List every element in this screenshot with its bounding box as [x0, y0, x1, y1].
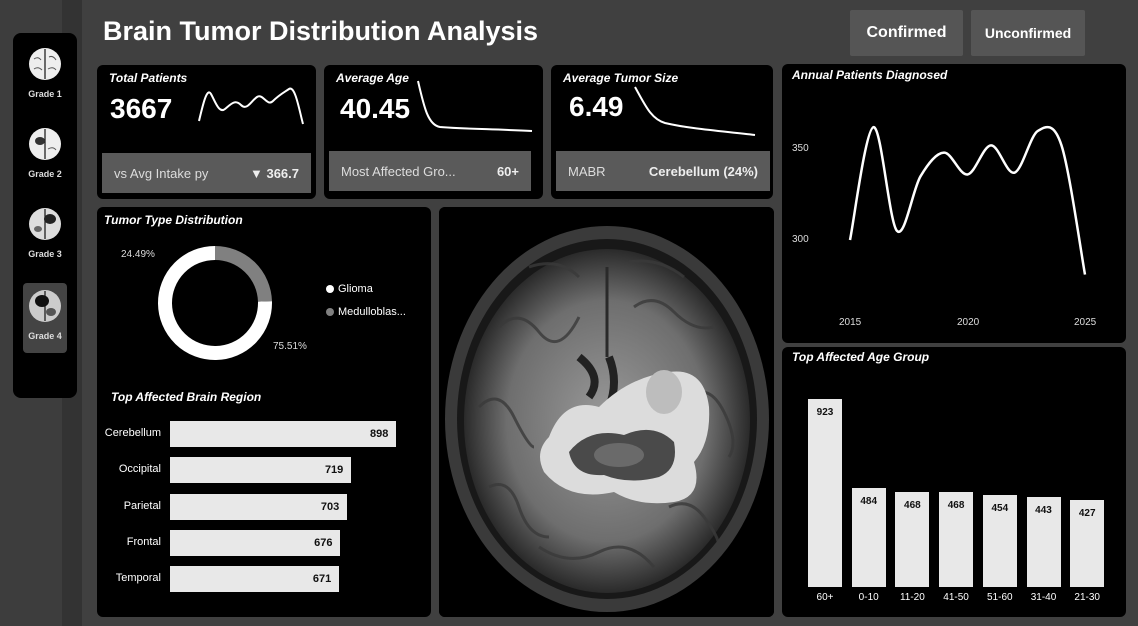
bar-value-label: 468 [947, 499, 965, 511]
grade-label: Grade 1 [28, 89, 62, 99]
average-age-sparkline [417, 80, 533, 132]
tumor-type-region-card: Tumor Type Distribution 24.49% 75.51% Gl… [97, 207, 431, 617]
age-bar[interactable] [808, 399, 842, 587]
bar-category-label: 51-60 [987, 592, 1013, 603]
region-bar[interactable] [170, 457, 351, 484]
bar-value-label: 443 [1035, 504, 1052, 516]
average-tumor-size-footer: MABR Cerebellum (24%) [556, 151, 770, 191]
bar-value-label: 703 [320, 500, 340, 513]
average-age-footer: Most Affected Gro... 60+ [329, 151, 531, 191]
legend-label: Medulloblas... [338, 306, 406, 318]
footer-value: 60+ [496, 163, 519, 179]
footer-label: vs Avg Intake py [114, 165, 209, 181]
footer-label: Most Affected Gro... [341, 163, 456, 179]
page-title: Brain Tumor Distribution Analysis [103, 16, 539, 46]
donut-label-glioma: 75.51% [273, 341, 307, 352]
legend-item-medulloblastoma[interactable]: Medulloblas... [326, 306, 406, 318]
card-title: Total Patients [109, 71, 188, 85]
footer-label: MABR [568, 163, 606, 179]
grade-2-button[interactable]: Grade 2 [23, 121, 67, 191]
total-patients-sparkline [198, 87, 304, 125]
mri-image-card [439, 207, 774, 617]
bar-value-label: 923 [816, 407, 834, 418]
bar-category-label: 11-20 [899, 592, 925, 603]
footer-value: ▼ 366.7 [249, 165, 299, 181]
bar-category-label: 60+ [816, 592, 834, 603]
grade-label: Grade 2 [28, 169, 62, 179]
bar-category-label: 41-50 [943, 592, 969, 603]
confirmed-button[interactable]: Confirmed [850, 10, 963, 56]
mri-scan-image [439, 207, 774, 617]
dashboard-root: Grade 1 Grade 2 Grade 3 Grade 4 Brain Tu… [0, 0, 1138, 626]
bar-category-label: Parietal [123, 499, 161, 512]
bar-value-label: 676 [314, 536, 333, 549]
bar-category-label: Temporal [115, 572, 161, 585]
region-bar[interactable] [170, 421, 396, 447]
legend-label: Glioma [338, 283, 373, 295]
bar-value-label: 468 [904, 499, 921, 511]
bar-value-label: 484 [860, 496, 878, 508]
unconfirmed-button[interactable]: Unconfirmed [971, 10, 1085, 56]
donut-slice-medulloblas[interactable] [214, 246, 272, 302]
bar-category-label: 21-30 [1074, 592, 1100, 603]
legend-dot [326, 285, 334, 293]
average-tumor-size-sparkline [634, 86, 756, 136]
average-age-value: 40.45 [340, 93, 411, 124]
tumor-type-title: Tumor Type Distribution [104, 213, 243, 227]
bar-value-label: 671 [312, 573, 332, 586]
bar-value-label: 427 [1078, 508, 1096, 520]
total-patients-footer: vs Avg Intake py ▼ 366.7 [102, 153, 311, 193]
grade-label: Grade 4 [28, 331, 62, 341]
bar-category-label: 31-40 [1030, 592, 1057, 603]
bar-category-label: Occipital [118, 463, 161, 476]
age-group-card: Top Affected Age Group 923 60+ 484 0-10 468 1… [782, 347, 1126, 617]
brain-scan-icon [29, 128, 61, 160]
annual-line-chart [848, 125, 1087, 275]
donut-label-medulloblastoma: 24.49% [121, 249, 155, 260]
age-group-title: Top Affected Age Group [792, 350, 930, 364]
average-age-card: Average Age 40.45 Most Affected Gro... 6… [324, 65, 543, 199]
average-tumor-size-card: Average Tumor Size 6.49 MABR Cerebellum … [551, 65, 773, 199]
total-patients-value: 3667 [110, 93, 173, 124]
brain-region-title: Top Affected Brain Region [111, 390, 262, 404]
bar-category-label: Frontal [126, 535, 161, 548]
bar-value-label: 898 [370, 428, 389, 440]
card-title: Average Age [336, 71, 409, 85]
annual-series-line[interactable] [848, 125, 1087, 275]
grade-1-button[interactable]: Grade 1 [23, 41, 67, 111]
annual-patients-card: Annual Patients Diagnosed 350 300 2015 2… [782, 64, 1126, 343]
tumor-type-donut-chart [158, 246, 272, 360]
grade-3-button[interactable]: Grade 3 [23, 201, 67, 271]
brain-scan-icon [29, 48, 61, 80]
average-tumor-size-value: 6.49 [569, 91, 624, 122]
bar-value-label: 454 [991, 502, 1009, 514]
bar-category-label: Cerebellum [104, 427, 161, 439]
bar-value-label: 719 [324, 464, 344, 477]
brain-scan-icon [29, 290, 61, 322]
brain-scan-icon [29, 208, 61, 240]
grade-label: Grade 3 [28, 249, 62, 259]
total-patients-card: Total Patients 3667 vs Avg Intake py ▼ 3… [97, 65, 316, 199]
legend-dot [326, 308, 334, 316]
bar-category-label: 0-10 [858, 592, 879, 603]
grade-4-button[interactable]: Grade 4 [23, 283, 67, 353]
footer-value: Cerebellum (24%) [648, 163, 758, 179]
grade-sidebar: Grade 1 Grade 2 Grade 3 Grade 4 [13, 33, 77, 398]
legend-item-glioma[interactable]: Glioma [326, 283, 373, 295]
